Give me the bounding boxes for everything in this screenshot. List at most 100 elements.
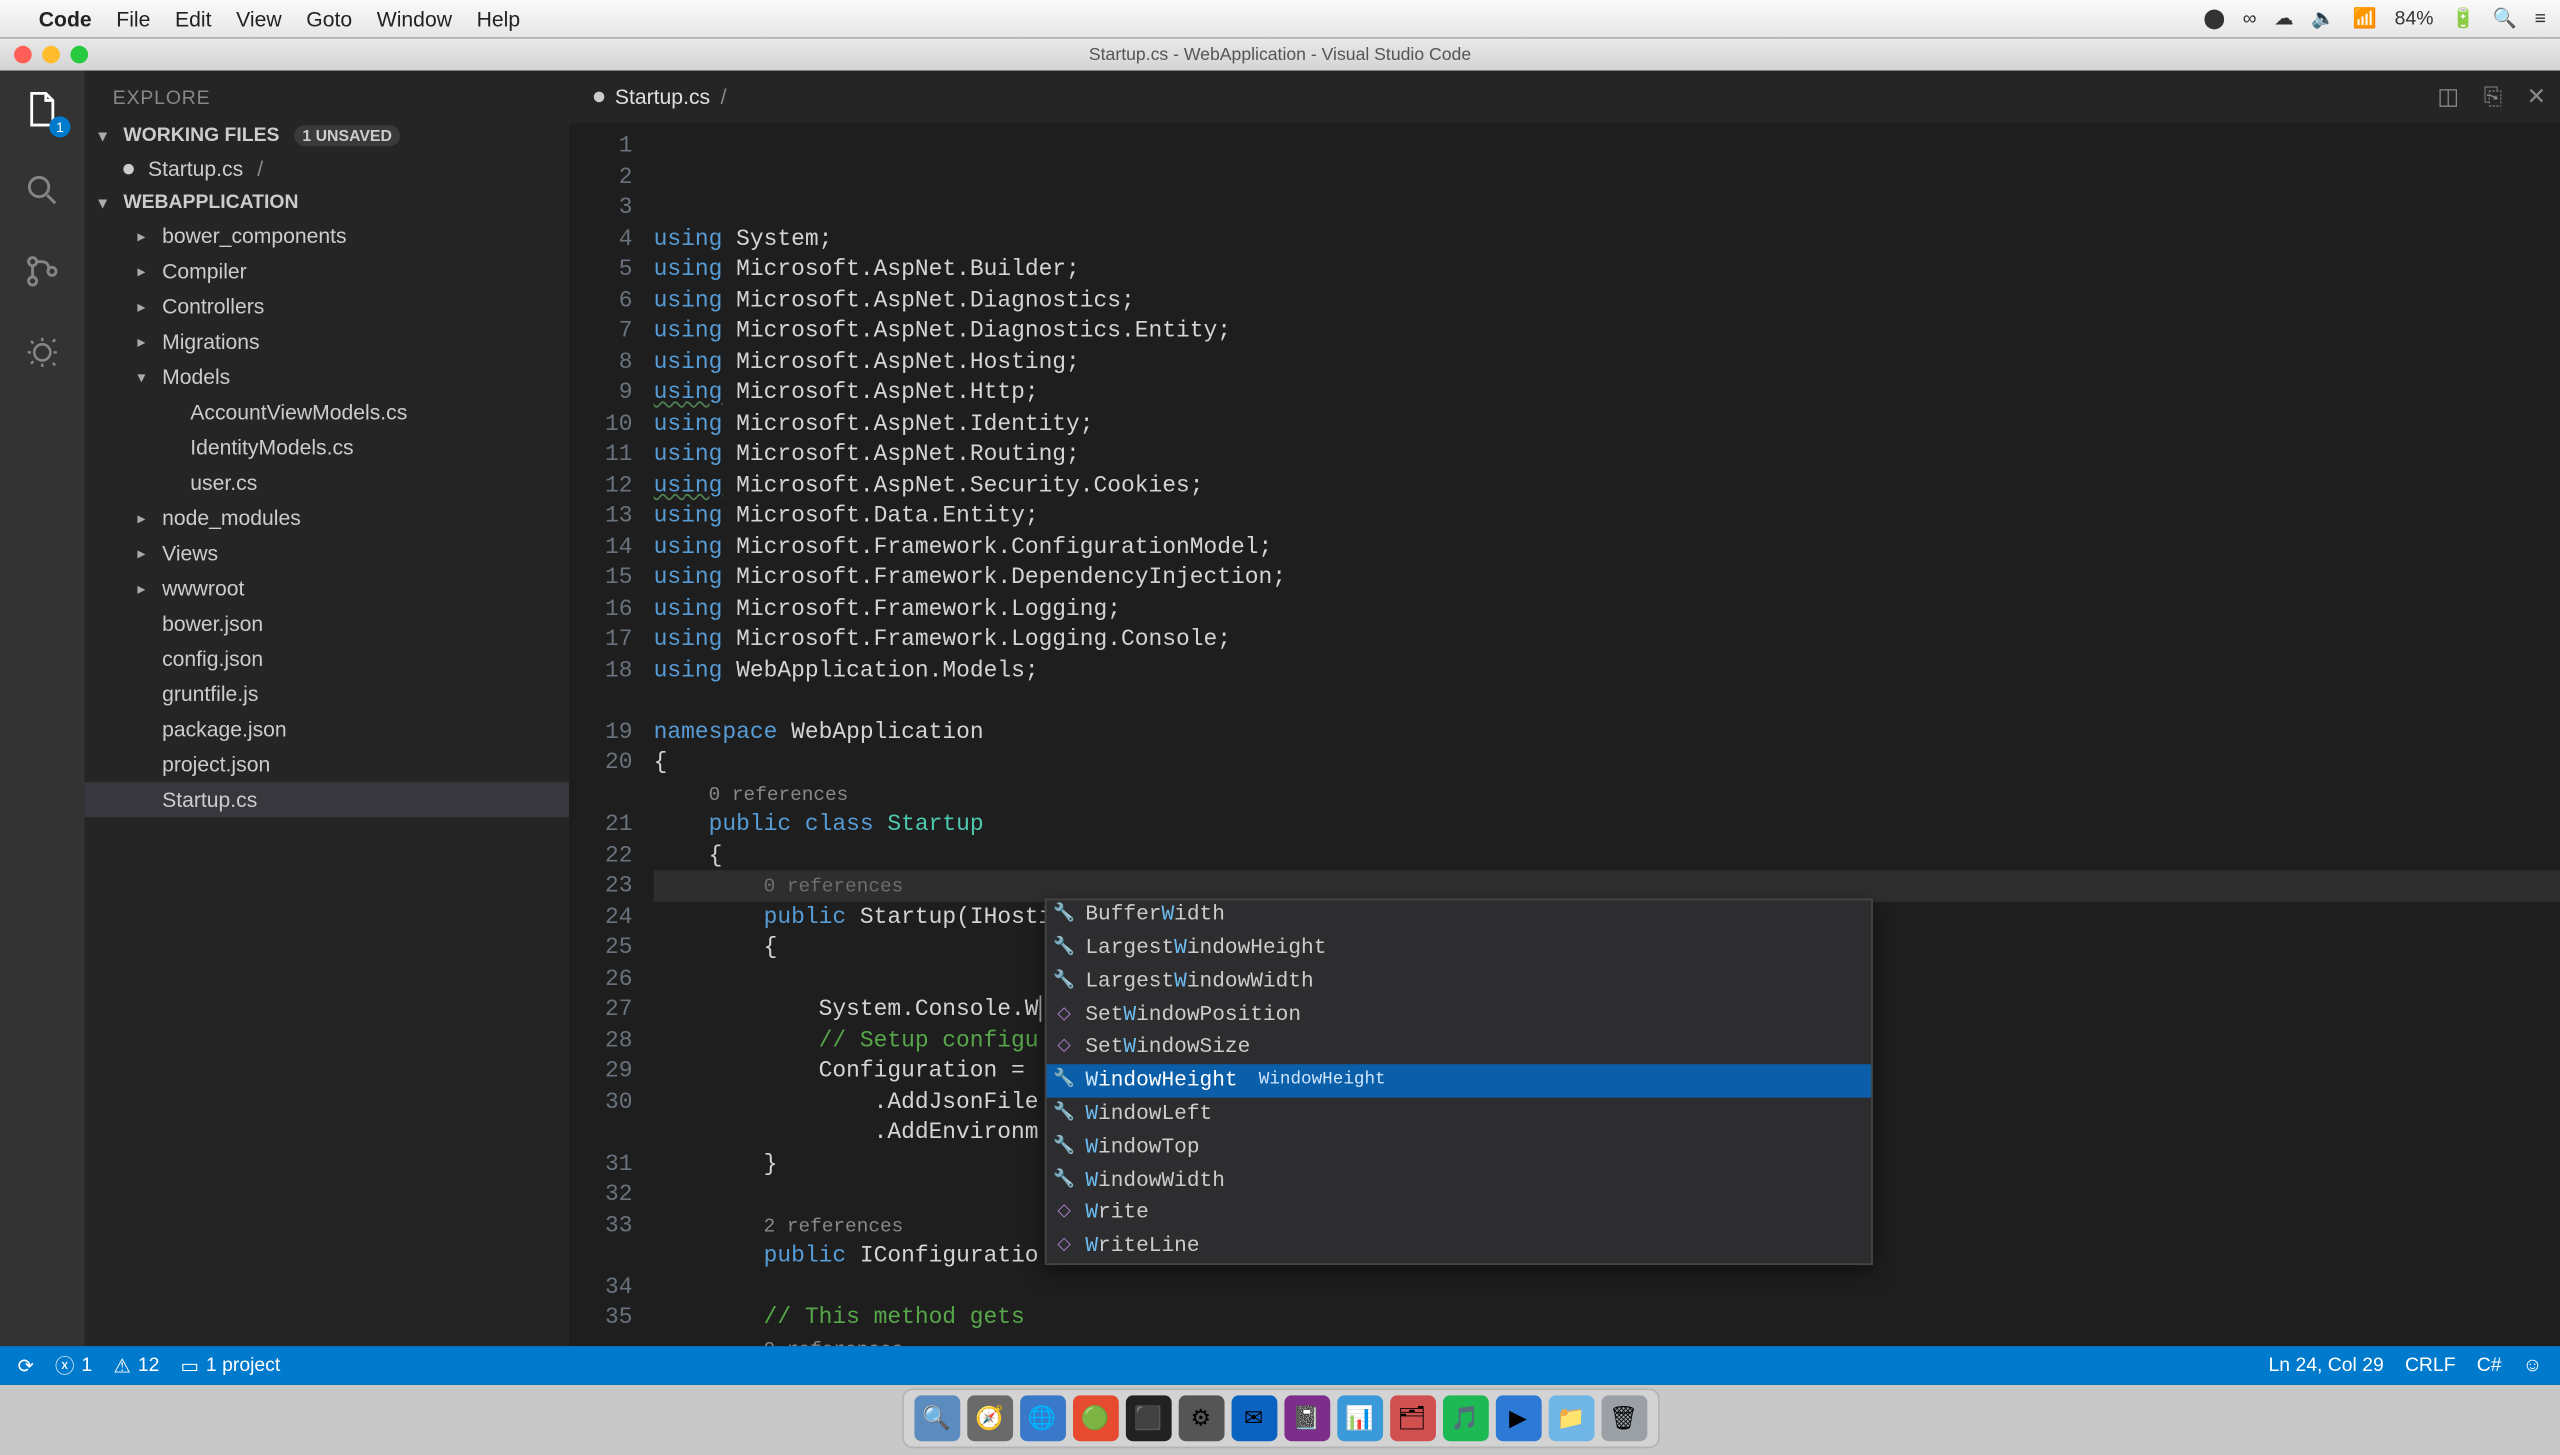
tree-file[interactable]: IdentityModels.cs [85,430,570,465]
working-file-label: Startup.cs [148,157,243,182]
sidebar: EXPLORE ▾ WORKING FILES 1 UNSAVED Startu… [85,70,570,1346]
tree-item-label: config.json [162,647,263,672]
intellisense-item[interactable]: ◇SetWindowPosition [1047,999,1872,1032]
tree-file[interactable]: gruntfile.js [85,677,570,712]
tree-file[interactable]: package.json [85,712,570,747]
dock-app-icon[interactable]: 🌐 [1019,1395,1065,1441]
property-icon: 🔧 [1054,1170,1075,1191]
dock-app-icon[interactable]: 📊 [1336,1395,1382,1441]
menu-view[interactable]: View [236,6,281,31]
activity-search-icon[interactable] [18,166,67,215]
activity-debug-icon[interactable] [18,328,67,377]
status-warnings[interactable]: ⚠ 12 [113,1354,159,1377]
intellisense-item[interactable]: 🔧WindowWidth [1047,1164,1872,1197]
dock-app-icon[interactable]: 🟢 [1072,1395,1118,1441]
activity-explorer-icon[interactable]: 1 [18,85,67,134]
menubar-cloud-icon[interactable]: ☁ [2274,7,2293,30]
tree-folder[interactable]: ▸wwwroot [85,571,570,606]
dock-app-icon[interactable]: ⚙ [1178,1395,1224,1441]
intellisense-label: WindowLeft [1085,1099,1212,1130]
intellisense-label: SetWindowSize [1085,1033,1250,1064]
dock-app-icon[interactable]: 🔍 [914,1395,960,1441]
more-actions-icon[interactable]: ⎘ [2484,83,2502,111]
split-editor-icon[interactable]: ◫ [2437,83,2459,111]
menu-file[interactable]: File [116,6,150,31]
intellisense-item[interactable]: 🔧LargestWindowHeight [1047,933,1872,966]
dock-app-icon[interactable]: 📓 [1284,1395,1330,1441]
intellisense-item[interactable]: 🔧WindowTop [1047,1131,1872,1164]
intellisense-item[interactable]: ◇SetWindowSize [1047,1032,1872,1065]
menubar-volume-icon[interactable]: 🔈 [2311,7,2335,30]
tree-file[interactable]: AccountViewModels.cs [85,395,570,430]
menu-goto[interactable]: Goto [306,6,352,31]
dock-app-icon[interactable]: 🧭 [966,1395,1012,1441]
tree-folder[interactable]: ▾Models [85,359,570,394]
editor-body[interactable]: 1234567891011121314151617181920212223242… [569,123,2560,1346]
error-icon: ⓧ [55,1351,74,1379]
project-header[interactable]: ▾ WEBAPPLICATION [85,187,570,219]
tree-file[interactable]: Startup.cs [85,782,570,817]
close-editor-icon[interactable]: ✕ [2527,83,2546,111]
status-errors[interactable]: ⓧ 1 [55,1351,92,1379]
intellisense-item[interactable]: 🔧 WindowLeft [1047,1098,1872,1131]
menubar-battery[interactable]: 84% [2395,8,2434,29]
intellisense-label: Write [1085,1199,1148,1230]
menu-help[interactable]: Help [477,6,520,31]
activity-git-icon[interactable] [18,247,67,296]
status-sync-icon[interactable]: ⟳ [18,1354,34,1377]
tree-folder[interactable]: ▸node_modules [85,500,570,535]
window-minimize-button[interactable] [42,46,60,64]
status-feedback-icon[interactable]: ☺ [2523,1355,2543,1376]
status-project[interactable]: ▭ 1 project [181,1354,281,1377]
intellisense-item[interactable]: 🔧WindowHeightWindowHeight [1047,1065,1872,1098]
dock-app-icon[interactable]: 📁 [1548,1395,1594,1441]
working-file-item[interactable]: Startup.cs / [85,152,570,187]
intellisense-label: WriteLine [1085,1232,1199,1263]
window-zoom-button[interactable] [70,46,88,64]
dirty-indicator-icon [594,92,605,103]
tree-file[interactable]: config.json [85,641,570,676]
tree-folder[interactable]: ▸Controllers [85,289,570,324]
property-icon: 🔧 [1054,1104,1075,1125]
tree-file[interactable]: bower.json [85,606,570,641]
editor-tab[interactable]: Startup.cs / [583,85,737,110]
tree-folder[interactable]: ▸Views [85,536,570,571]
menubar-menu-icon[interactable]: ≡ [2535,8,2546,29]
dock-app-icon[interactable]: ⬛ [1125,1395,1171,1441]
status-lang[interactable]: C# [2477,1355,2502,1376]
menu-window[interactable]: Window [377,6,452,31]
status-eol[interactable]: CRLF [2405,1355,2456,1376]
menu-edit[interactable]: Edit [175,6,211,31]
intellisense-item[interactable]: ◇WriteLine [1047,1231,1872,1264]
tree-file[interactable]: user.cs [85,465,570,500]
tree-folder[interactable]: ▸Compiler [85,254,570,289]
window-close-button[interactable] [14,46,32,64]
working-files-header[interactable]: ▾ WORKING FILES 1 UNSAVED [85,120,570,152]
menubar-extra-icon[interactable]: ⬤ [2203,7,2225,30]
intellisense-item[interactable]: 🔧LargestWindowWidth [1047,966,1872,999]
intellisense-item[interactable]: 🔧BufferWidth [1047,899,1872,932]
menubar-battery-icon[interactable]: 🔋 [2451,7,2475,30]
tree-item-label: Migrations [162,329,260,354]
tree-folder[interactable]: ▸bower_components [85,218,570,253]
tree-item-label: Views [162,541,218,566]
menubar-wifi-icon[interactable]: 📶 [2353,7,2377,30]
dock-app-icon[interactable]: 🗑 [1601,1395,1647,1441]
menubar-search-icon[interactable]: 🔍 [2493,7,2517,30]
intellisense-popup[interactable]: 🔧BufferWidth🔧LargestWindowHeight🔧Largest… [1045,898,1873,1266]
tree-folder[interactable]: ▸Migrations [85,324,570,359]
project-count: 1 project [206,1355,280,1376]
dock-app-icon[interactable]: 🗂 [1389,1395,1435,1441]
tab-label: Startup.cs [615,85,710,110]
status-cursor-pos[interactable]: Ln 24, Col 29 [2269,1355,2384,1376]
tree-item-label: Compiler [162,259,247,284]
dock-app-icon[interactable]: 🎵 [1442,1395,1488,1441]
dock-app-icon[interactable]: ▶ [1495,1395,1541,1441]
chevron-right-icon: ▸ [137,579,155,598]
menu-app[interactable]: Code [39,6,92,31]
working-file-suffix: / [257,157,263,182]
dock-app-icon[interactable]: ✉ [1231,1395,1277,1441]
intellisense-item[interactable]: ◇Write [1047,1198,1872,1231]
tree-file[interactable]: project.json [85,747,570,782]
menubar-extra-icon[interactable]: ∞ [2243,8,2257,29]
